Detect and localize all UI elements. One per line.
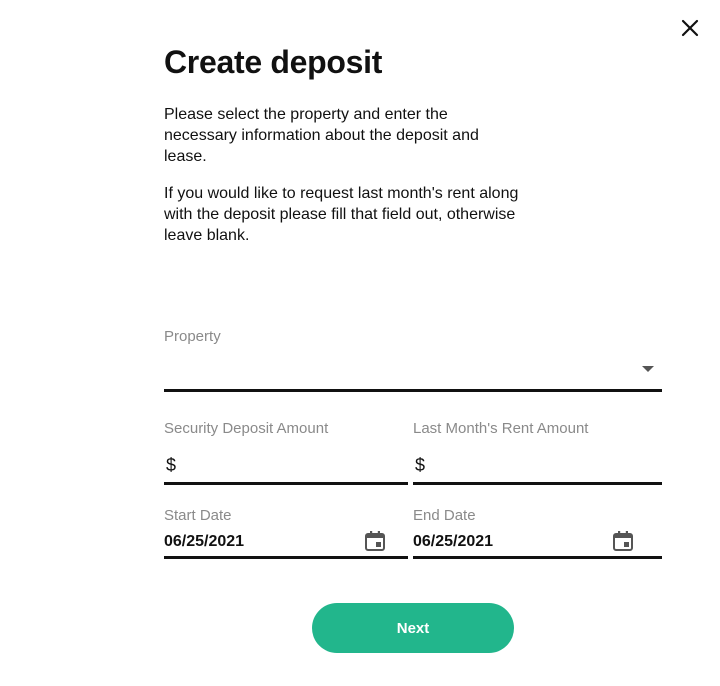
last-month-rent-underline [413, 482, 662, 485]
dialog-title: Create deposit [164, 44, 383, 80]
calendar-icon[interactable] [612, 530, 634, 552]
start-date-value[interactable]: 06/25/2021 [164, 533, 244, 551]
calendar-icon[interactable] [364, 530, 386, 552]
security-deposit-underline [164, 482, 408, 485]
property-label: Property [164, 328, 221, 345]
end-date-label: End Date [413, 507, 476, 524]
dropdown-arrow-icon[interactable] [642, 366, 654, 372]
end-date-underline [413, 556, 662, 559]
last-month-rent-input[interactable] [433, 456, 648, 478]
create-deposit-dialog: Create deposit Please select the propert… [0, 0, 720, 686]
dialog-description-rent-note: If you would like to request last month'… [164, 185, 519, 244]
close-button[interactable] [678, 16, 702, 40]
currency-prefix: $ [166, 455, 177, 475]
start-date-field[interactable]: Start Date 06/25/2021 [164, 506, 408, 564]
end-date-field[interactable]: End Date 06/25/2021 [413, 506, 662, 564]
dialog-description: Please select the property and enter the… [164, 106, 479, 165]
security-deposit-input[interactable] [184, 456, 394, 478]
next-button[interactable]: Next [312, 603, 514, 653]
start-date-label: Start Date [164, 507, 232, 524]
last-month-rent-label: Last Month's Rent Amount [413, 420, 589, 437]
security-deposit-field: Security Deposit Amount $ [164, 418, 408, 488]
start-date-underline [164, 556, 408, 559]
property-underline [164, 389, 662, 392]
security-deposit-label: Security Deposit Amount [164, 420, 329, 437]
property-select[interactable]: Property [164, 326, 662, 394]
last-month-rent-field: Last Month's Rent Amount $ [413, 418, 662, 488]
end-date-value[interactable]: 06/25/2021 [413, 533, 493, 551]
close-icon [681, 19, 699, 37]
currency-prefix: $ [415, 455, 426, 475]
